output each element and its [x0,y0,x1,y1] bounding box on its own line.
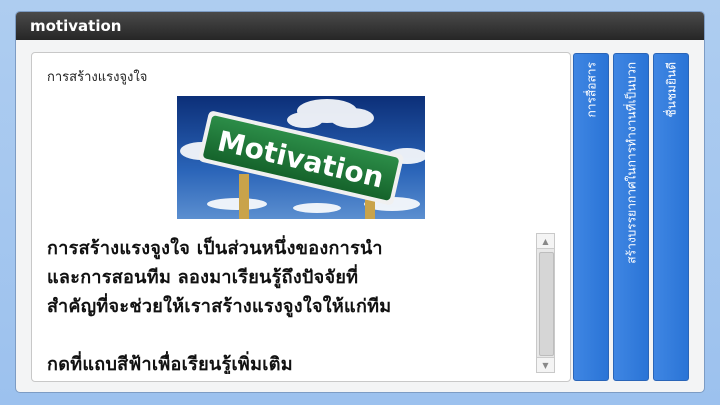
tab-positive-atmosphere[interactable]: สร้างบรรยากาศในการทำงานที่เป็นบวก [613,53,649,381]
content-panel: การสร้างแรงจูงใจ Motivation การสร้างแรงจ… [31,52,571,382]
tab-label: การสื่อสาร [584,62,599,118]
panel-heading: การสร้างแรงจูงใจ [47,70,148,85]
instruction-text: กดที่แถบสีฟ้าเพื่อเรียนรู้เพิ่มเติม [47,354,293,374]
window-title: motivation [30,17,122,35]
tab-appreciation[interactable]: ชื่นชมยินดี [653,53,689,381]
app-window: motivation การสร้างแรงจูงใจ Motivation ก… [16,12,704,392]
paragraph-line: และการสอนทีม ลองมาเรียนรู้ถึงปัจจัยที่ [47,267,359,288]
chevron-up-icon: ▲ [542,236,549,246]
scrollbar-thumb[interactable] [539,252,554,356]
tab-label: สร้างบรรยากาศในการทำงานที่เป็นบวก [624,62,639,264]
motivation-sign-image: Motivation [177,96,425,219]
scroll-down-button[interactable]: ▼ [537,357,554,372]
window-titlebar: motivation [16,12,704,40]
tab-communication[interactable]: การสื่อสาร [573,53,609,381]
paragraph-line: การสร้างแรงจูงใจ เป็นส่วนหนึ่งของการนำ [47,238,383,259]
tab-label: ชื่นชมยินดี [664,62,679,118]
paragraph-line: สำคัญที่จะช่วยให้เราสร้างแรงจูงใจให้แก่ท… [47,296,392,317]
scroll-up-button[interactable]: ▲ [537,234,554,249]
chevron-down-icon: ▼ [542,360,549,370]
vertical-scrollbar[interactable]: ▲ ▼ [536,233,555,373]
body-text: การสร้างแรงจูงใจ เป็นส่วนหนึ่งของการนำ แ… [47,234,517,374]
